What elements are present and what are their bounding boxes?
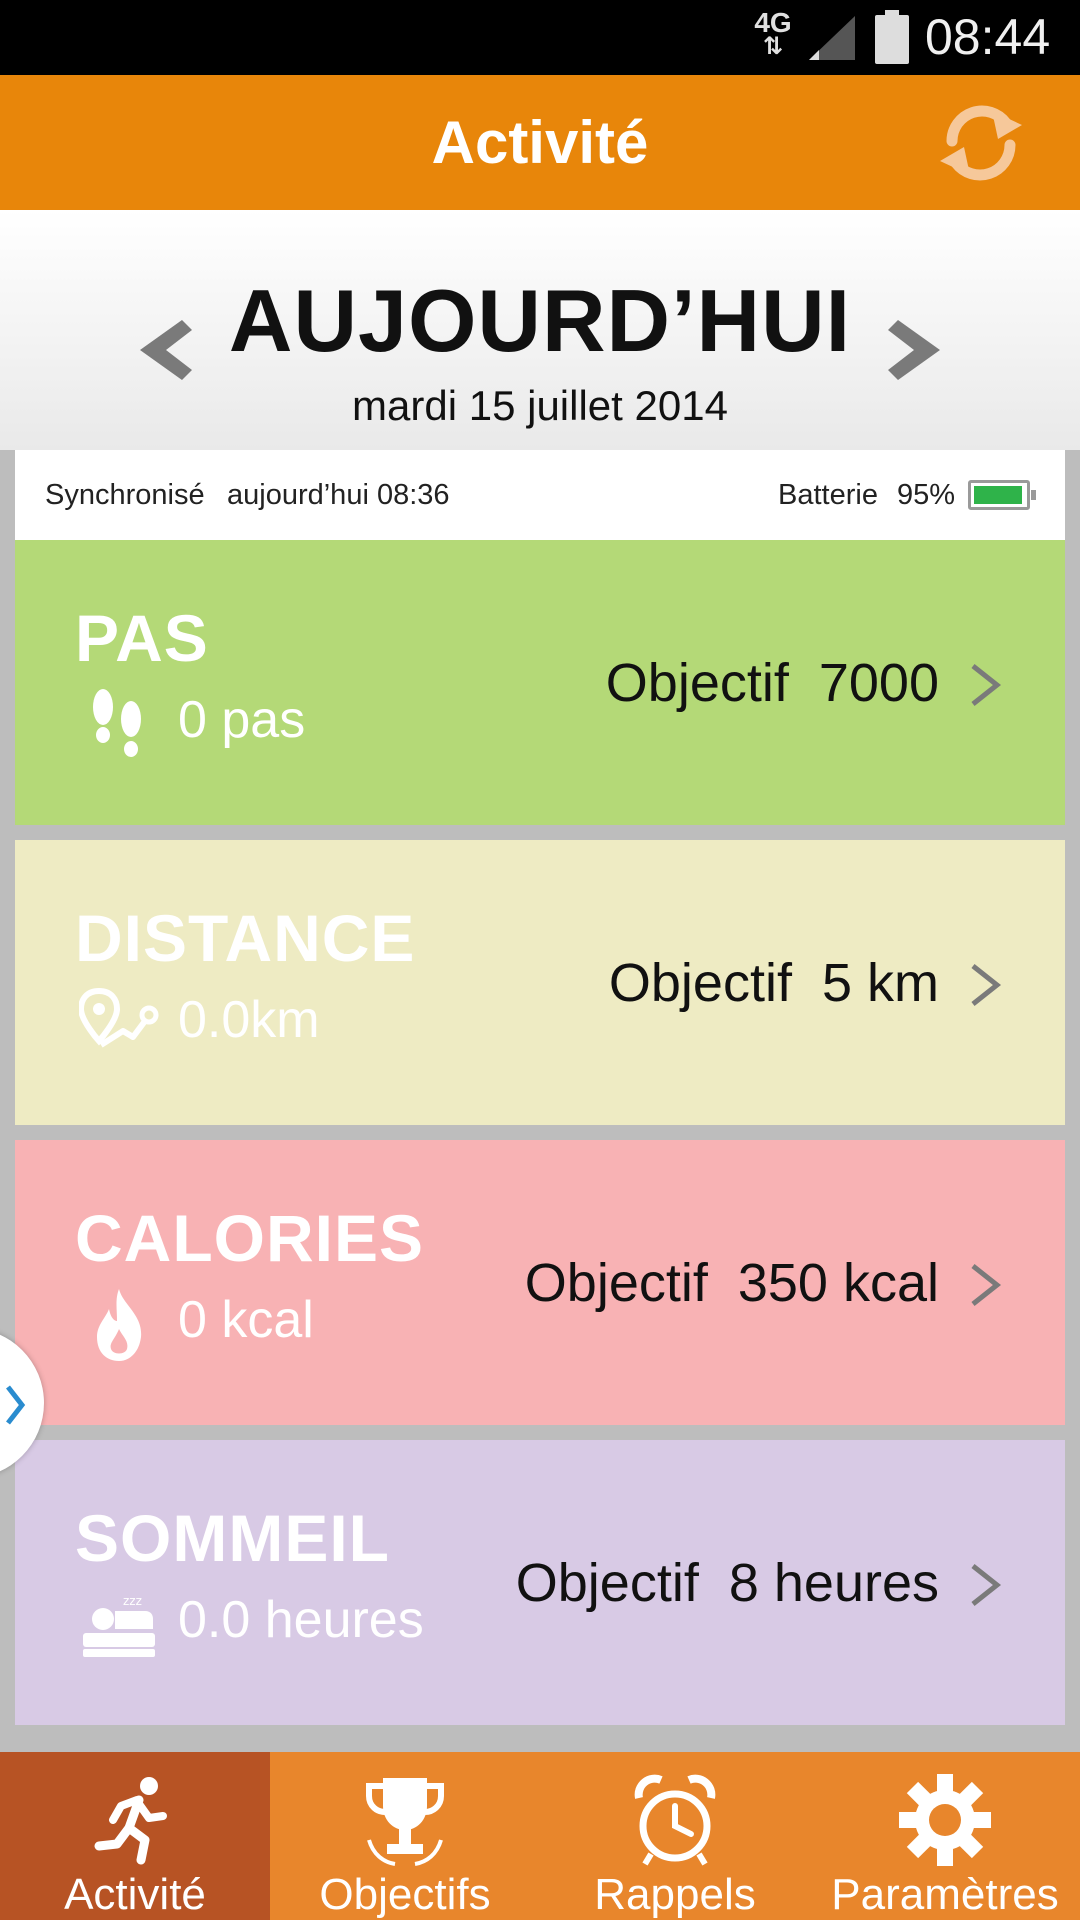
status-bar: 4G ⇅ 08:44 — [0, 0, 1080, 75]
nav-label: Objectifs — [319, 1870, 491, 1919]
sleep-icon: zzz — [83, 1594, 155, 1657]
battery-status-icon — [875, 10, 909, 64]
sync-status-bar: Synchronisé aujourd’hui 08:36 Batterie 9… — [15, 450, 1065, 540]
nav-label: Rappels — [594, 1870, 756, 1919]
card-title: CALORIES — [75, 1201, 425, 1275]
nav-rappels[interactable]: Rappels — [540, 1752, 810, 1920]
calories-goal: Objectif 350 kcal — [525, 1252, 939, 1314]
sync-icon[interactable] — [932, 97, 1030, 189]
chevron-right-icon — [971, 1564, 1002, 1606]
goal-value: 350 kcal — [737, 1253, 939, 1313]
sleep-goal: Objectif 8 heures — [516, 1552, 939, 1614]
nav-label: Activité — [64, 1870, 206, 1919]
nav-objectifs[interactable]: Objectifs — [270, 1752, 540, 1920]
flame-icon — [97, 1289, 142, 1361]
card-title: SOMMEIL — [75, 1501, 390, 1575]
battery-icon — [968, 480, 1036, 510]
nav-activite[interactable]: Activité — [0, 1752, 270, 1920]
goal-value: 7000 — [818, 653, 939, 713]
steps-card[interactable]: PAS 0 pas Objectif 7000 — [15, 540, 1065, 825]
date-navigator: AUJOURD’HUI mardi 15 juillet 2014 — [0, 210, 1080, 450]
gear-icon — [899, 1774, 991, 1866]
steps-value: 0 pas — [178, 691, 306, 749]
svg-text:zzz: zzz — [123, 1594, 142, 1608]
distance-value: 0.0km — [178, 991, 320, 1049]
page-title: Activité — [431, 109, 649, 176]
app-bar: Activité — [0, 75, 1080, 210]
chevron-right-icon — [971, 964, 1002, 1006]
network-indicator: 4G ⇅ — [751, 9, 795, 65]
goal-label: Objectif — [515, 1553, 699, 1613]
goal-label: Objectif — [605, 653, 789, 713]
chevron-right-icon — [971, 1264, 1002, 1306]
sleep-card[interactable]: SOMMEIL zzz 0.0 heures Objectif 8 heures — [15, 1440, 1065, 1725]
goal-value: 5 km — [821, 953, 939, 1013]
trophy-icon — [366, 1778, 444, 1866]
nav-label: Paramètres — [831, 1870, 1059, 1919]
data-arrows-icon: ⇅ — [762, 33, 784, 60]
route-icon — [79, 987, 159, 1048]
sync-time: aujourd’hui 08:36 — [227, 479, 450, 511]
chevron-right-icon — [6, 1385, 26, 1425]
alarm-clock-icon — [634, 1774, 716, 1866]
calories-value: 0 kcal — [178, 1291, 314, 1349]
running-icon — [94, 1777, 167, 1865]
footprints-icon — [93, 689, 141, 757]
battery-value: 95% — [897, 479, 956, 511]
steps-goal: Objectif 7000 — [606, 652, 939, 714]
calories-card[interactable]: CALORIES 0 kcal Objectif 350 kcal — [15, 1140, 1065, 1425]
chevron-right-icon — [971, 664, 1002, 706]
card-title: PAS — [75, 601, 209, 675]
distance-card[interactable]: DISTANCE 0.0km Objectif 5 km — [15, 840, 1065, 1125]
card-title: DISTANCE — [75, 901, 416, 975]
signal-icon — [809, 16, 855, 60]
bottom-navigation: Activité Objectifs Rappels Paramètres — [0, 1752, 1080, 1920]
next-day-button[interactable] — [880, 310, 950, 390]
goal-label: Objectif — [524, 1253, 708, 1313]
status-time: 08:44 — [925, 9, 1051, 65]
goal-value: 8 heures — [728, 1553, 939, 1613]
distance-goal: Objectif 5 km — [609, 952, 939, 1014]
sync-label: Synchronisé — [45, 479, 205, 511]
battery-label: Batterie — [778, 479, 878, 511]
battery-level-fill — [974, 486, 1022, 504]
sleep-value: 0.0 heures — [178, 1591, 424, 1649]
goal-label: Objectif — [608, 953, 792, 1013]
nav-parametres[interactable]: Paramètres — [810, 1752, 1080, 1920]
